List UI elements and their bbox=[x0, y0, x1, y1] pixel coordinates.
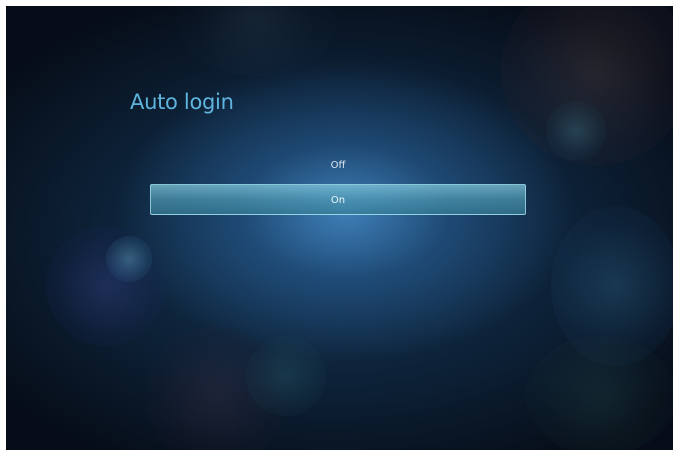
option-list: Off On bbox=[150, 150, 526, 218]
bokeh-light bbox=[526, 336, 673, 450]
option-on[interactable]: On bbox=[150, 184, 526, 215]
bokeh-light bbox=[501, 6, 673, 166]
bokeh-light bbox=[46, 226, 166, 346]
tv-screen: Auto login Off On bbox=[6, 6, 673, 450]
bokeh-light bbox=[246, 336, 326, 416]
bokeh-light bbox=[551, 206, 673, 366]
page-title: Auto login bbox=[130, 90, 234, 114]
option-off[interactable]: Off bbox=[150, 150, 526, 181]
bokeh-light bbox=[146, 326, 286, 450]
bokeh-light bbox=[546, 101, 606, 161]
bokeh-light bbox=[176, 6, 336, 76]
bokeh-light bbox=[106, 236, 152, 282]
